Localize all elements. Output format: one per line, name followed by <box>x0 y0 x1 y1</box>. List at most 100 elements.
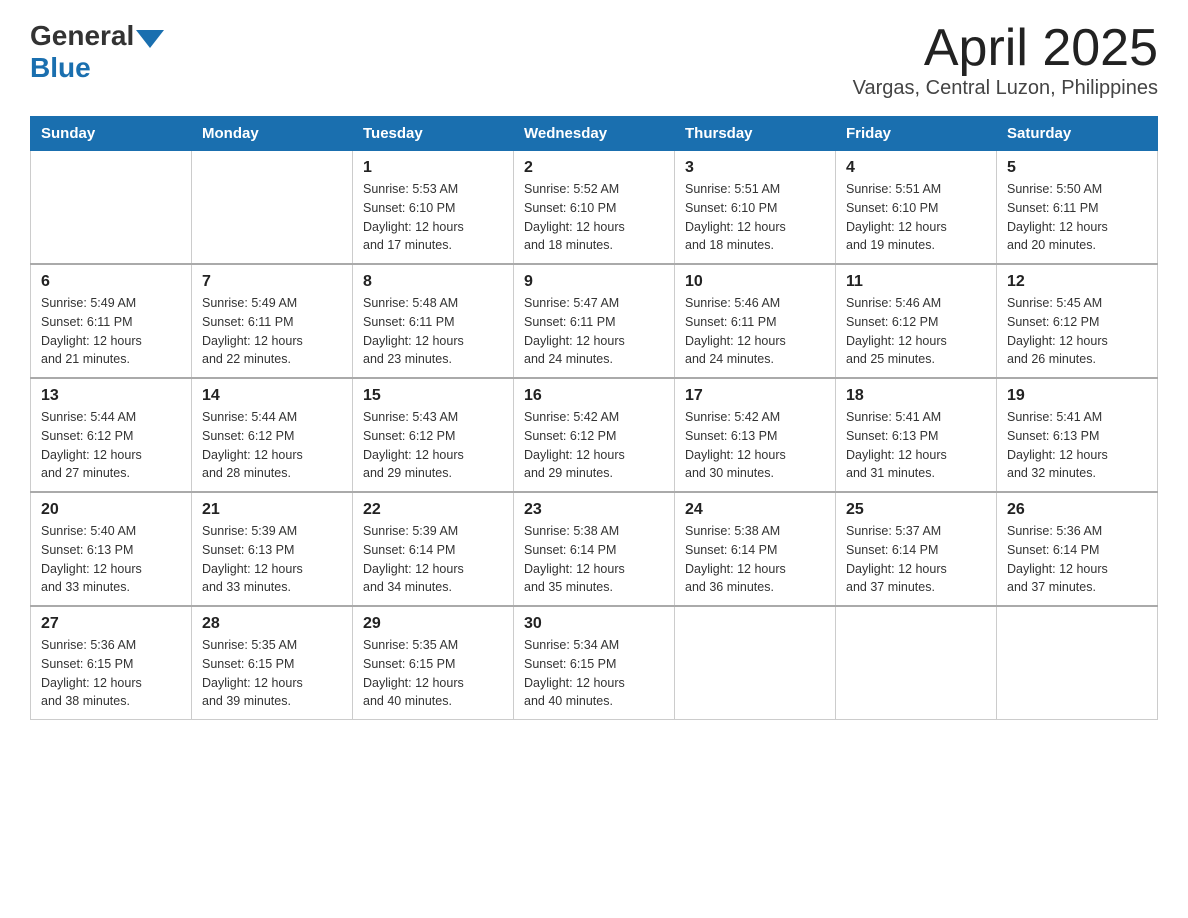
day-number: 3 <box>685 159 825 177</box>
table-row: 6 Sunrise: 5:49 AMSunset: 6:11 PMDaylight… <box>31 264 192 378</box>
day-number: 7 <box>202 273 342 291</box>
day-number: 26 <box>1007 501 1147 519</box>
day-info: Sunrise: 5:51 AMSunset: 6:10 PMDaylight:… <box>846 180 986 255</box>
table-row: 12Sunrise: 5:45 AMSunset: 6:12 PMDayligh… <box>997 264 1158 378</box>
day-info: Sunrise: 5:41 AMSunset: 6:13 PMDaylight:… <box>1007 408 1147 483</box>
calendar-week-row: 20 Sunrise: 5:40 AMSunset: 6:13 PMDayligh… <box>31 492 1158 606</box>
day-info: Sunrise: 5:49 AMSunset: 6:11 PMDaylight:… <box>202 294 342 369</box>
col-saturday: Saturday <box>997 117 1158 151</box>
calendar-week-row: 27 Sunrise: 5:36 AMSunset: 6:15 PMDayligh… <box>31 606 1158 720</box>
day-number: 16 <box>524 387 664 405</box>
table-row: 17Sunrise: 5:42 AMSunset: 6:13 PMDayligh… <box>675 378 836 492</box>
table-row: 9 Sunrise: 5:47 AMSunset: 6:11 PMDaylight… <box>514 264 675 378</box>
day-info: Sunrise: 5:35 AMSunset: 6:15 PMDaylight:… <box>363 636 503 711</box>
logo-general-text: General <box>30 20 134 52</box>
day-number: 21 <box>202 501 342 519</box>
day-number: 1 <box>363 159 503 177</box>
col-sunday: Sunday <box>31 117 192 151</box>
day-info: Sunrise: 5:40 AMSunset: 6:13 PMDaylight:… <box>41 522 181 597</box>
calendar-week-row: 6 Sunrise: 5:49 AMSunset: 6:11 PMDaylight… <box>31 264 1158 378</box>
day-info: Sunrise: 5:43 AMSunset: 6:12 PMDaylight:… <box>363 408 503 483</box>
calendar-table: Sunday Monday Tuesday Wednesday Thursday… <box>30 116 1158 720</box>
day-info: Sunrise: 5:39 AMSunset: 6:14 PMDaylight:… <box>363 522 503 597</box>
day-number: 11 <box>846 273 986 291</box>
table-row: 10Sunrise: 5:46 AMSunset: 6:11 PMDayligh… <box>675 264 836 378</box>
day-info: Sunrise: 5:41 AMSunset: 6:13 PMDaylight:… <box>846 408 986 483</box>
table-row: 7 Sunrise: 5:49 AMSunset: 6:11 PMDaylight… <box>192 264 353 378</box>
table-row: 15 Sunrise: 5:43 AMSunset: 6:12 PMDayligh… <box>353 378 514 492</box>
table-row: 1 Sunrise: 5:53 AMSunset: 6:10 PMDaylight… <box>353 151 514 265</box>
day-number: 30 <box>524 615 664 633</box>
col-wednesday: Wednesday <box>514 117 675 151</box>
day-number: 5 <box>1007 159 1147 177</box>
table-row: 21 Sunrise: 5:39 AMSunset: 6:13 PMDayligh… <box>192 492 353 606</box>
day-number: 20 <box>41 501 181 519</box>
table-row: 13 Sunrise: 5:44 AMSunset: 6:12 PMDayligh… <box>31 378 192 492</box>
day-info: Sunrise: 5:53 AMSunset: 6:10 PMDaylight:… <box>363 180 503 255</box>
day-number: 23 <box>524 501 664 519</box>
title-block: April 2025 Vargas, Central Luzon, Philip… <box>853 20 1158 100</box>
day-info: Sunrise: 5:35 AMSunset: 6:15 PMDaylight:… <box>202 636 342 711</box>
day-number: 10 <box>685 273 825 291</box>
table-row: 22Sunrise: 5:39 AMSunset: 6:14 PMDayligh… <box>353 492 514 606</box>
calendar-subtitle: Vargas, Central Luzon, Philippines <box>853 77 1158 100</box>
day-number: 18 <box>846 387 986 405</box>
day-number: 24 <box>685 501 825 519</box>
col-thursday: Thursday <box>675 117 836 151</box>
day-number: 28 <box>202 615 342 633</box>
day-info: Sunrise: 5:50 AMSunset: 6:11 PMDaylight:… <box>1007 180 1147 255</box>
table-row: 5 Sunrise: 5:50 AMSunset: 6:11 PMDaylight… <box>997 151 1158 265</box>
day-number: 27 <box>41 615 181 633</box>
table-row <box>997 606 1158 720</box>
col-monday: Monday <box>192 117 353 151</box>
day-info: Sunrise: 5:46 AMSunset: 6:12 PMDaylight:… <box>846 294 986 369</box>
table-row: 8 Sunrise: 5:48 AMSunset: 6:11 PMDaylight… <box>353 264 514 378</box>
day-number: 29 <box>363 615 503 633</box>
day-number: 13 <box>41 387 181 405</box>
table-row: 28 Sunrise: 5:35 AMSunset: 6:15 PMDayligh… <box>192 606 353 720</box>
day-info: Sunrise: 5:44 AMSunset: 6:12 PMDaylight:… <box>202 408 342 483</box>
day-info: Sunrise: 5:48 AMSunset: 6:11 PMDaylight:… <box>363 294 503 369</box>
table-row: 24Sunrise: 5:38 AMSunset: 6:14 PMDayligh… <box>675 492 836 606</box>
day-number: 2 <box>524 159 664 177</box>
table-row: 25Sunrise: 5:37 AMSunset: 6:14 PMDayligh… <box>836 492 997 606</box>
table-row: 18 Sunrise: 5:41 AMSunset: 6:13 PMDayligh… <box>836 378 997 492</box>
day-info: Sunrise: 5:49 AMSunset: 6:11 PMDaylight:… <box>41 294 181 369</box>
day-info: Sunrise: 5:34 AMSunset: 6:15 PMDaylight:… <box>524 636 664 711</box>
day-info: Sunrise: 5:38 AMSunset: 6:14 PMDaylight:… <box>524 522 664 597</box>
logo: General Blue <box>30 20 164 84</box>
calendar-header-row: Sunday Monday Tuesday Wednesday Thursday… <box>31 117 1158 151</box>
day-number: 14 <box>202 387 342 405</box>
table-row: 2 Sunrise: 5:52 AMSunset: 6:10 PMDaylight… <box>514 151 675 265</box>
table-row: 30 Sunrise: 5:34 AMSunset: 6:15 PMDayligh… <box>514 606 675 720</box>
day-info: Sunrise: 5:37 AMSunset: 6:14 PMDaylight:… <box>846 522 986 597</box>
table-row <box>192 151 353 265</box>
day-number: 6 <box>41 273 181 291</box>
day-info: Sunrise: 5:36 AMSunset: 6:14 PMDaylight:… <box>1007 522 1147 597</box>
day-info: Sunrise: 5:36 AMSunset: 6:15 PMDaylight:… <box>41 636 181 711</box>
table-row: 26 Sunrise: 5:36 AMSunset: 6:14 PMDayligh… <box>997 492 1158 606</box>
day-info: Sunrise: 5:39 AMSunset: 6:13 PMDaylight:… <box>202 522 342 597</box>
page-header: General Blue April 2025 Vargas, Central … <box>30 20 1158 100</box>
day-info: Sunrise: 5:51 AMSunset: 6:10 PMDaylight:… <box>685 180 825 255</box>
day-info: Sunrise: 5:44 AMSunset: 6:12 PMDaylight:… <box>41 408 181 483</box>
table-row: 27 Sunrise: 5:36 AMSunset: 6:15 PMDayligh… <box>31 606 192 720</box>
day-number: 19 <box>1007 387 1147 405</box>
day-number: 15 <box>363 387 503 405</box>
calendar-week-row: 1 Sunrise: 5:53 AMSunset: 6:10 PMDaylight… <box>31 151 1158 265</box>
table-row: 11 Sunrise: 5:46 AMSunset: 6:12 PMDayligh… <box>836 264 997 378</box>
table-row: 20 Sunrise: 5:40 AMSunset: 6:13 PMDayligh… <box>31 492 192 606</box>
day-number: 9 <box>524 273 664 291</box>
day-number: 4 <box>846 159 986 177</box>
day-info: Sunrise: 5:52 AMSunset: 6:10 PMDaylight:… <box>524 180 664 255</box>
table-row: 29 Sunrise: 5:35 AMSunset: 6:15 PMDayligh… <box>353 606 514 720</box>
table-row: 3 Sunrise: 5:51 AMSunset: 6:10 PMDaylight… <box>675 151 836 265</box>
table-row: 23 Sunrise: 5:38 AMSunset: 6:14 PMDayligh… <box>514 492 675 606</box>
table-row <box>675 606 836 720</box>
day-info: Sunrise: 5:47 AMSunset: 6:11 PMDaylight:… <box>524 294 664 369</box>
day-info: Sunrise: 5:42 AMSunset: 6:12 PMDaylight:… <box>524 408 664 483</box>
day-number: 8 <box>363 273 503 291</box>
table-row: 16 Sunrise: 5:42 AMSunset: 6:12 PMDayligh… <box>514 378 675 492</box>
col-friday: Friday <box>836 117 997 151</box>
table-row: 4 Sunrise: 5:51 AMSunset: 6:10 PMDaylight… <box>836 151 997 265</box>
